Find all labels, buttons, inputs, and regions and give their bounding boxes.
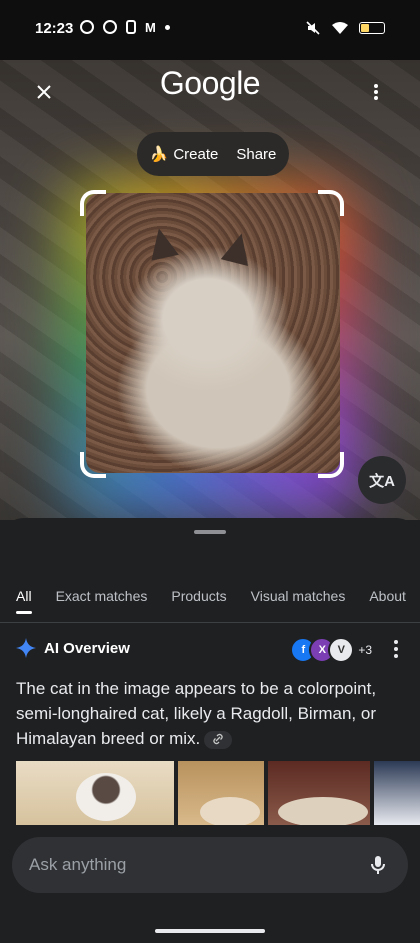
results-tabs: All Exact matches Products Visual matche… xyxy=(16,588,406,614)
tab-exact-matches[interactable]: Exact matches xyxy=(56,588,148,612)
notification-icons: M xyxy=(80,20,170,35)
more-vert-dot xyxy=(394,647,398,651)
tab-visual-matches[interactable]: Visual matches xyxy=(251,588,346,612)
banana-icon: 🍌 xyxy=(149,146,169,163)
search-input[interactable]: Ask anything xyxy=(29,855,126,875)
ai-overview-header: AI Overview xyxy=(16,638,130,658)
image-result-1[interactable] xyxy=(16,761,174,825)
tab-about[interactable]: About xyxy=(369,588,406,612)
overflow-menu-button[interactable] xyxy=(356,72,396,112)
facebook-icon xyxy=(103,20,117,34)
image-result-3[interactable] xyxy=(268,761,370,825)
share-button[interactable]: Share xyxy=(236,146,276,163)
battery-icon xyxy=(359,22,385,34)
status-bar: 12:23 M xyxy=(0,0,420,60)
image-results xyxy=(16,761,420,825)
ai-overview-title: AI Overview xyxy=(44,639,130,657)
translate-button[interactable]: 文A xyxy=(358,456,406,504)
status-time: 12:23 xyxy=(35,20,74,37)
tab-all[interactable]: All xyxy=(16,588,32,614)
image-result-4[interactable] xyxy=(374,761,420,825)
system-icons xyxy=(305,20,385,36)
create-label: Create xyxy=(173,145,219,163)
threads-icon xyxy=(80,20,94,34)
wifi-icon xyxy=(332,22,348,34)
more-notifications-icon xyxy=(164,25,170,30)
crop-handle-top-left[interactable] xyxy=(80,190,106,216)
gmail-icon: M xyxy=(145,20,156,35)
link-icon xyxy=(213,733,223,744)
gemini-sparkle-icon xyxy=(16,638,36,658)
mute-icon xyxy=(306,21,320,35)
crop-handle-top-right[interactable] xyxy=(318,190,344,216)
cat-photo-2 xyxy=(200,797,260,825)
sheet-drag-handle[interactable] xyxy=(194,530,226,534)
crop-handle-bottom-left[interactable] xyxy=(80,452,106,478)
source-count: +3 xyxy=(358,643,372,657)
share-label: Share xyxy=(236,145,277,163)
cat-ear-left xyxy=(145,225,179,261)
ask-anything-bar[interactable]: Ask anything xyxy=(12,837,408,893)
more-vert-icon xyxy=(374,84,378,100)
ai-overview-body: The cat in the image appears to be a col… xyxy=(16,679,377,748)
results-sheet: All Exact matches Products Visual matche… xyxy=(0,518,420,943)
create-button[interactable]: 🍌 Create xyxy=(149,145,219,164)
more-vert-icon xyxy=(394,640,398,644)
tab-products[interactable]: Products xyxy=(171,588,226,612)
ragdoll-cat-photo xyxy=(76,773,136,821)
ai-overview-text: The cat in the image appears to be a col… xyxy=(16,676,401,751)
vetstreet-source-icon: V xyxy=(328,637,355,663)
selected-image-region[interactable] xyxy=(86,193,340,473)
citation-link-chip[interactable] xyxy=(204,730,233,749)
action-pill: 🍌 Create Share xyxy=(137,132,289,176)
tabs-divider xyxy=(0,622,420,623)
battery-saver-icon xyxy=(126,20,136,34)
gesture-nav-bar[interactable] xyxy=(155,929,265,933)
ai-sources[interactable]: f X V +3 xyxy=(290,637,372,663)
image-result-2[interactable] xyxy=(178,761,264,825)
translate-icon: 文A xyxy=(369,472,395,490)
microphone-icon[interactable] xyxy=(366,853,390,877)
lens-viewport: Google 🍌 Create Share 文A xyxy=(0,60,420,520)
ai-overview-menu-button[interactable] xyxy=(386,638,406,660)
cat-photo xyxy=(86,193,340,473)
cat-photo-3 xyxy=(278,797,368,825)
more-vert-dot xyxy=(394,654,398,658)
